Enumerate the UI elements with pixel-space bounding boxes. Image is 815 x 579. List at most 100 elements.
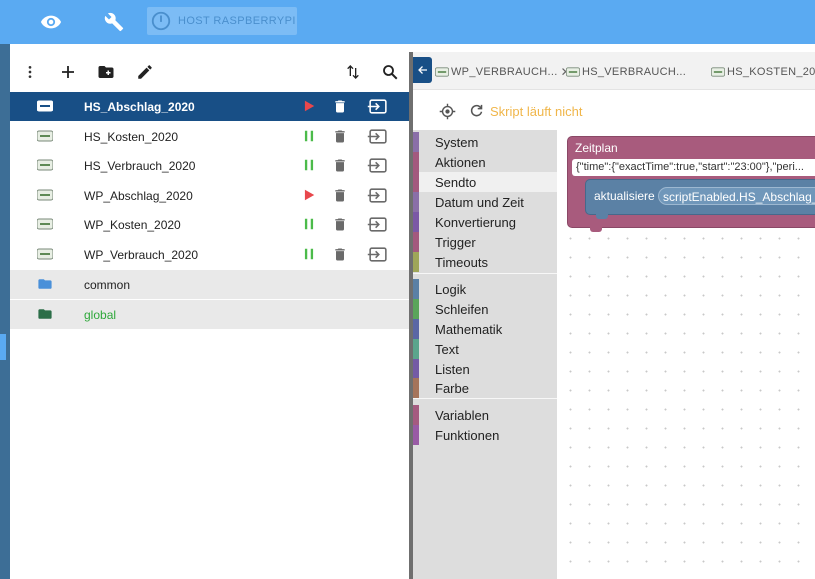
toolbox-separator (413, 273, 557, 274)
tab-label: HS_VERBRAUCH... (582, 66, 687, 78)
toolbox-category-label: Variablen (435, 408, 489, 423)
blockly-script-icon (37, 159, 53, 171)
script-name: WP_Verbrauch_2020 (84, 247, 199, 262)
update-variable-field[interactable]: scriptEnabled.HS_Abschlag_2020 (658, 187, 815, 205)
update-block[interactable]: aktualisiere scriptEnabled.HS_Abschlag_2… (585, 179, 815, 219)
sort-icon[interactable] (341, 60, 365, 84)
toolbox-category[interactable]: Datum und Zeit (413, 192, 557, 212)
toolbox-category[interactable]: Farbe (413, 378, 557, 398)
pause-icon[interactable] (302, 247, 316, 261)
delete-icon[interactable] (332, 187, 348, 204)
script-name: HS_Abschlag_2020 (84, 100, 195, 114)
blockly-script-icon (37, 130, 53, 141)
background-strip (0, 44, 10, 579)
move-to-folder-icon[interactable] (367, 98, 389, 115)
reload-icon[interactable] (469, 103, 484, 118)
tab-label: HS_KOSTEN_20... (727, 66, 815, 78)
toolbox-category[interactable]: Schleifen (413, 299, 557, 319)
move-to-folder-icon[interactable] (367, 246, 389, 263)
blockly-script-icon (37, 189, 53, 200)
more-vert-icon[interactable] (18, 60, 42, 84)
editor-tab[interactable]: HS_KOSTEN_20... (711, 64, 815, 80)
search-icon[interactable] (378, 60, 402, 84)
pause-icon[interactable] (302, 129, 316, 143)
script-row[interactable]: WP_Verbrauch_2020 (10, 240, 409, 269)
blockly-script-icon (37, 100, 53, 112)
toolbox-category[interactable]: Timeouts (413, 252, 557, 272)
script-row[interactable]: HS_Kosten_2020 (10, 122, 409, 151)
update-block-label: aktualisiere (594, 189, 655, 203)
add-icon[interactable] (56, 60, 80, 84)
move-to-folder-icon[interactable] (367, 157, 389, 174)
toolbox-category-label: Aktionen (435, 155, 486, 170)
edit-icon[interactable] (133, 60, 157, 84)
move-to-folder-icon[interactable] (367, 128, 389, 145)
folder-row[interactable]: common (10, 270, 409, 299)
toolbox-category-label: Konvertierung (435, 215, 516, 230)
toolbox-category[interactable]: Logik (413, 279, 557, 299)
host-selector[interactable]: HOST RASPBERRYPI (147, 7, 297, 35)
script-row[interactable]: WP_Abschlag_2020 (10, 181, 409, 210)
delete-icon[interactable] (332, 128, 348, 145)
script-row[interactable]: HS_Verbrauch_2020 (10, 151, 409, 180)
toolbox-category-label: Funktionen (435, 428, 500, 443)
play-icon[interactable] (302, 99, 316, 113)
script-name: WP_Kosten_2020 (84, 218, 181, 232)
play-icon[interactable] (302, 188, 316, 202)
add-folder-icon[interactable] (94, 60, 118, 84)
script-status: Skript läuft nicht (490, 104, 583, 119)
toolbox-category[interactable]: Variablen (413, 405, 557, 425)
blockly-script-icon (435, 67, 449, 77)
move-to-folder-icon[interactable] (367, 216, 389, 233)
tab-label: WP_VERBRAUCH... (451, 66, 558, 78)
toolbox-category[interactable]: Aktionen (413, 152, 557, 172)
toolbox-category-label: System (435, 135, 479, 150)
delete-icon[interactable] (332, 216, 348, 233)
script-name: HS_Kosten_2020 (84, 129, 179, 144)
wrench-icon[interactable] (100, 8, 128, 36)
zeitplan-block[interactable]: Zeitplan {"time":{"exactTime":true,"star… (567, 136, 815, 232)
folder-row[interactable]: global (10, 299, 409, 329)
toolbox-category-label: Schleifen (435, 302, 489, 317)
editor-toolbar: Skript läuft nicht (413, 90, 815, 130)
toolbox-category-label: Sendto (435, 175, 477, 190)
toolbox-category[interactable]: Sendto (413, 172, 557, 192)
folder-icon (38, 279, 52, 289)
script-tree-panel: HS_Abschlag_2020 HS_Kosten_2020 HS_Verbrau… (10, 52, 409, 579)
pause-icon[interactable] (302, 158, 316, 172)
toolbox-category[interactable]: System (413, 132, 557, 152)
delete-icon[interactable] (332, 246, 348, 263)
toolbox-category[interactable]: Mathematik (413, 319, 557, 339)
toolbox-category-label: Timeouts (435, 255, 488, 270)
script-row[interactable]: HS_Abschlag_2020 (10, 92, 409, 121)
blockly-workspace[interactable]: Zeitplan {"time":{"exactTime":true,"star… (557, 130, 815, 579)
toolbox-category-label: Mathematik (435, 322, 503, 337)
pause-icon[interactable] (302, 217, 316, 231)
toolbox-category[interactable]: Text (413, 339, 557, 359)
toolbox-category[interactable]: Trigger (413, 232, 557, 252)
blockly-script-icon (711, 67, 725, 77)
blockly-script-icon (37, 248, 53, 259)
toolbox-category-label: Text (435, 342, 459, 357)
zeitplan-block-title: Zeitplan (575, 141, 618, 155)
folder-icon (38, 308, 52, 319)
back-arrow-icon[interactable] (413, 57, 432, 83)
delete-icon[interactable] (332, 157, 348, 174)
toolbox-category-label: Farbe (435, 381, 469, 396)
script-row[interactable]: WP_Kosten_2020 (10, 210, 409, 239)
toolbox-category-label: Listen (435, 362, 470, 377)
zeitplan-param-field[interactable]: {"time":{"exactTime":true,"start":"23:00… (572, 159, 815, 176)
editor-tab[interactable]: WP_VERBRAUCH... ✕ (435, 64, 571, 80)
top-app-bar: HOST RASPBERRYPI (0, 0, 815, 44)
toolbox-category[interactable]: Konvertierung (413, 212, 557, 232)
toolbox-category[interactable]: Funktionen (413, 425, 557, 445)
toolbox-category-label: Logik (435, 282, 467, 297)
eye-icon[interactable] (37, 8, 65, 36)
move-to-folder-icon[interactable] (367, 187, 389, 204)
toolbox-category[interactable]: Listen (413, 359, 557, 379)
blockly-script-icon (37, 218, 53, 230)
editor-tabs: WP_VERBRAUCH... ✕ HS_VERBRAUCH... HS_KOSTEN… (413, 52, 815, 90)
target-icon[interactable] (439, 103, 456, 120)
editor-tab[interactable]: HS_VERBRAUCH... (566, 64, 686, 80)
delete-icon[interactable] (332, 98, 348, 115)
